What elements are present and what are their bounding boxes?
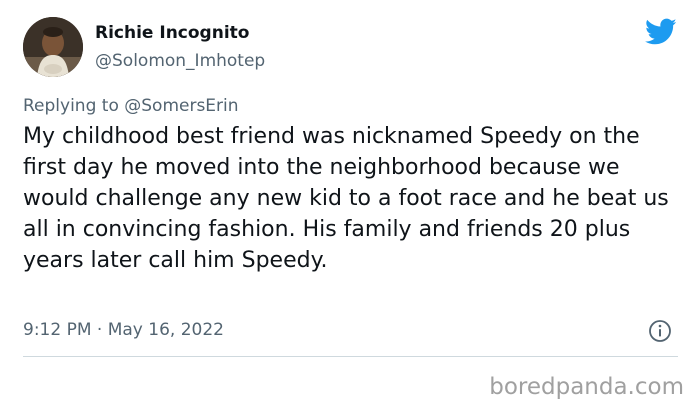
reply-mention-link[interactable]: @SomersErin <box>124 96 238 116</box>
twitter-bird-icon[interactable] <box>645 18 677 46</box>
replying-to-label: Replying to <box>23 96 119 116</box>
avatar-photo <box>23 17 83 77</box>
author-handle[interactable]: @Solomon_Imhotep <box>95 50 265 72</box>
tweet-timestamp[interactable]: 9:12 PM · May 16, 2022 <box>23 318 224 342</box>
divider <box>23 356 678 357</box>
info-icon[interactable] <box>648 319 672 343</box>
tweet-card: Richie Incognito @Solomon_Imhotep Replyi… <box>0 0 700 410</box>
tweet-text: My childhood best friend was nicknamed S… <box>23 124 669 273</box>
avatar[interactable] <box>23 17 83 77</box>
author-display-name[interactable]: Richie Incognito <box>95 22 249 44</box>
watermark-text: boredpanda.com <box>489 374 684 400</box>
replying-to-line: Replying to @SomersErin <box>23 94 239 118</box>
